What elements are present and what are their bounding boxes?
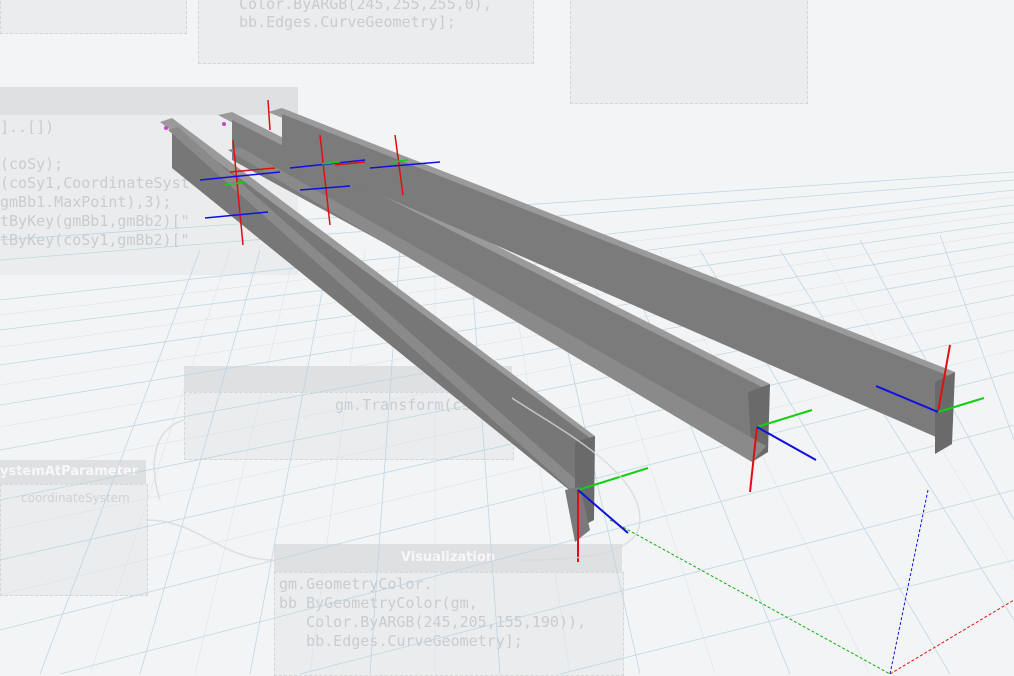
viewport-3d[interactable]	[0, 0, 1014, 674]
